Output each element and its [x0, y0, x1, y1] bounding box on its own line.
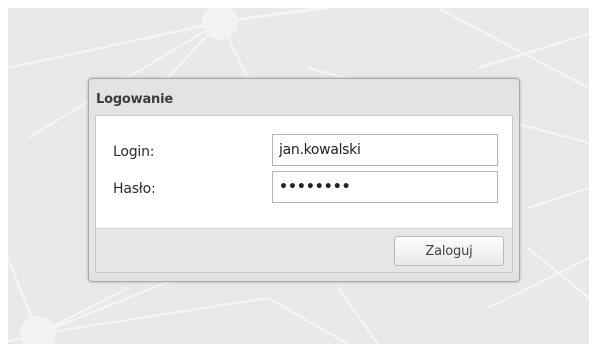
login-label: Login:	[113, 144, 155, 160]
dialog-title: Logowanie	[96, 92, 173, 107]
login-button[interactable]: Zaloguj	[394, 236, 504, 266]
login-dialog: Logowanie Login: Hasło: Zaloguj	[88, 78, 520, 282]
password-label: Hasło:	[113, 181, 156, 197]
login-form: Login: Hasło:	[96, 116, 512, 229]
password-input[interactable]	[272, 171, 498, 203]
dialog-body: Login: Hasło: Zaloguj	[95, 115, 513, 273]
login-input[interactable]	[272, 134, 498, 166]
page: Logowanie Login: Hasło: Zaloguj	[0, 0, 589, 344]
